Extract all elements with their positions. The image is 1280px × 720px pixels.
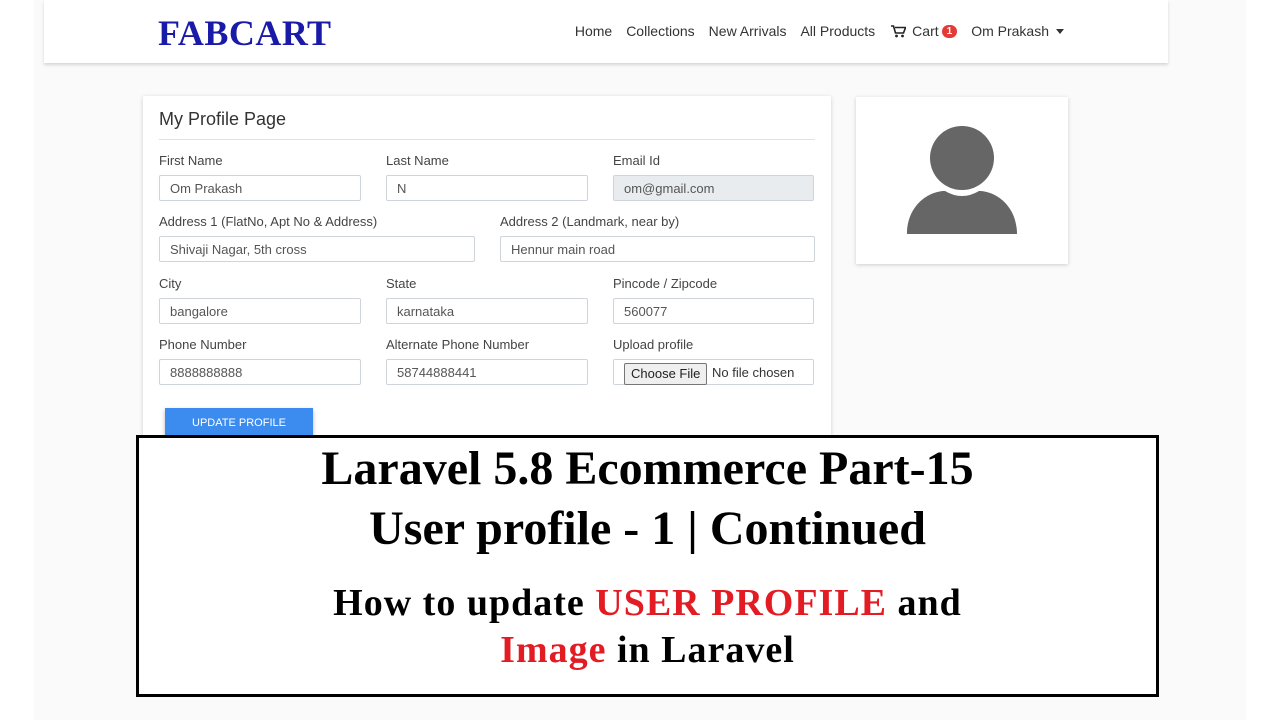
cart-link[interactable]: Cart 1 xyxy=(891,23,958,39)
choose-file-button[interactable]: Choose File xyxy=(624,363,708,385)
overlay-subtitle: User profile - 1 | Continued xyxy=(369,502,926,555)
update-profile-button[interactable]: UPDATE PROFILE xyxy=(165,408,313,438)
first-name-field[interactable]: Om Prakash xyxy=(159,175,361,201)
state-label: State xyxy=(386,276,417,291)
brand-logo[interactable]: FABCART xyxy=(158,12,332,54)
phone-field[interactable]: 8888888888 xyxy=(159,359,361,385)
divider xyxy=(159,139,815,140)
address1-label: Address 1 (FlatNo, Apt No & Address) xyxy=(159,214,378,229)
tagline-text-laravel: in Laravel xyxy=(606,629,795,671)
file-status-text: No file chosen xyxy=(712,365,795,380)
pincode-label: Pincode / Zipcode xyxy=(613,276,718,291)
nav-home[interactable]: Home xyxy=(575,23,612,39)
title-overlay: Laravel 5.8 Ecommerce Part-15 User profi… xyxy=(136,435,1159,697)
right-frame xyxy=(1246,0,1280,720)
upload-label: Upload profile xyxy=(613,337,694,352)
tagline-text-end: and xyxy=(887,582,962,624)
state-field[interactable]: karnataka xyxy=(386,298,588,324)
city-field[interactable]: bangalore xyxy=(159,298,361,324)
navbar: FABCART Home Collections New Arrivals Al… xyxy=(44,0,1168,63)
nav-new-arrivals[interactable]: New Arrivals xyxy=(709,23,787,39)
avatar-card xyxy=(856,97,1068,264)
caret-down-icon xyxy=(1056,28,1064,34)
alt-phone-label: Alternate Phone Number xyxy=(386,337,530,352)
overlay-title: Laravel 5.8 Ecommerce Part-15 xyxy=(321,442,974,495)
overlay-tagline-line2: Image in Laravel xyxy=(139,628,1156,672)
email-field: om@gmail.com xyxy=(613,175,814,201)
pincode-field[interactable]: 560077 xyxy=(613,298,814,324)
address2-field[interactable]: Hennur main road xyxy=(500,236,815,262)
tagline-text: How to update xyxy=(333,582,596,624)
cart-count-badge: 1 xyxy=(941,24,958,38)
last-name-label: Last Name xyxy=(386,153,449,168)
phone-label: Phone Number xyxy=(159,337,247,352)
nav-collections[interactable]: Collections xyxy=(626,23,694,39)
file-upload-input[interactable]: Choose File No file chosen xyxy=(613,359,814,385)
alt-phone-field[interactable]: 58744888441 xyxy=(386,359,588,385)
nav-links: Home Collections New Arrivals All Produc… xyxy=(561,23,1064,39)
cart-label: Cart xyxy=(912,23,939,39)
profile-card: My Profile Page First Name Om Prakash La… xyxy=(143,96,831,470)
user-menu-dropdown[interactable]: Om Prakash xyxy=(971,23,1064,39)
city-label: City xyxy=(159,276,182,291)
address1-field[interactable]: Shivaji Nagar, 5th cross xyxy=(159,236,475,262)
email-label: Email Id xyxy=(613,153,660,168)
first-name-label: First Name xyxy=(159,153,223,168)
user-icon xyxy=(907,126,1017,234)
left-frame xyxy=(0,0,34,720)
tagline-highlight: USER PROFILE xyxy=(595,582,888,624)
overlay-tagline-line1: How to update USER PROFILE and xyxy=(139,581,1156,625)
last-name-field[interactable]: N xyxy=(386,175,588,201)
user-name: Om Prakash xyxy=(971,23,1049,39)
address2-label: Address 2 (Landmark, near by) xyxy=(500,214,680,229)
page-title: My Profile Page xyxy=(159,109,287,129)
cart-icon xyxy=(891,24,907,37)
tagline-highlight-image: Image xyxy=(500,629,607,671)
nav-all-products[interactable]: All Products xyxy=(800,23,875,39)
